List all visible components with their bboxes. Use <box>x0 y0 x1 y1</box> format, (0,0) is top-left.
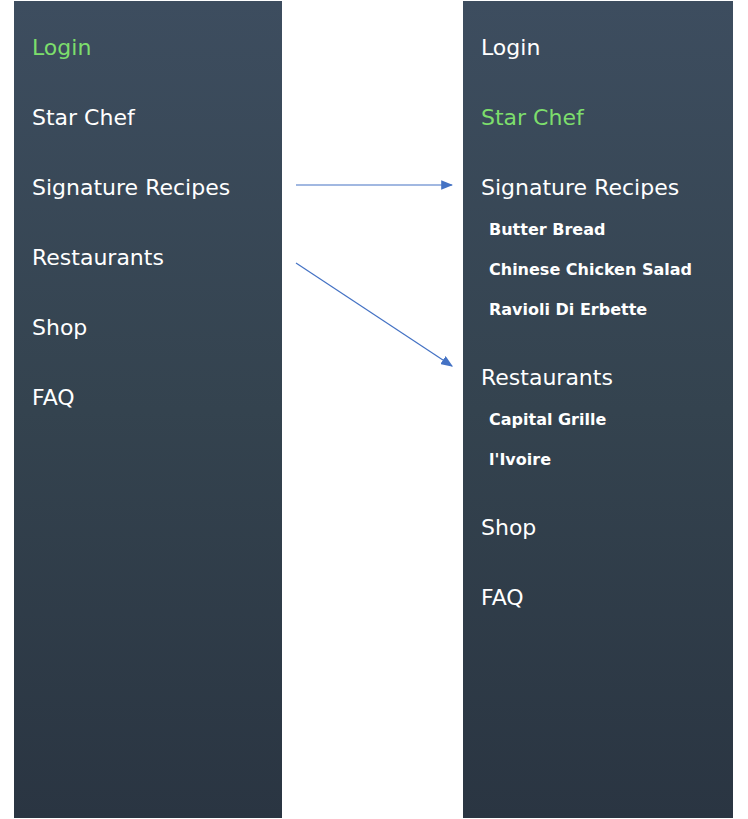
menu-group: Signature RecipesButter BreadChinese Chi… <box>463 153 733 343</box>
menu-group: RestaurantsCapital Grillel'Ivoire <box>463 343 733 493</box>
submenu-item[interactable]: Chinese Chicken Salad <box>463 250 733 290</box>
submenu: Capital Grillel'Ivoire <box>463 400 733 493</box>
arrow-icon <box>296 184 452 185</box>
menu-group: FAQ <box>14 363 282 433</box>
submenu-item[interactable]: Ravioli Di Erbette <box>463 290 733 330</box>
menu-item[interactable]: Signature Recipes <box>14 153 282 223</box>
menu-group: Login <box>463 13 733 83</box>
menu-item[interactable]: Star Chef <box>463 83 733 153</box>
arrow-icon <box>296 263 452 366</box>
menu-group: Star Chef <box>463 83 733 153</box>
menu-item[interactable]: Signature Recipes <box>463 153 733 223</box>
menu-item[interactable]: Restaurants <box>463 343 733 413</box>
panels-row: LoginStar ChefSignature RecipesRestauran… <box>0 0 748 818</box>
menu-group: Shop <box>463 493 733 563</box>
menu-item[interactable]: Shop <box>14 293 282 363</box>
menu-item[interactable]: Shop <box>463 493 733 563</box>
submenu-item[interactable]: Butter Bread <box>463 210 733 250</box>
menu-panel: LoginStar ChefSignature RecipesButter Br… <box>463 1 733 818</box>
menu-group: Shop <box>14 293 282 363</box>
menu-item[interactable]: FAQ <box>463 563 733 633</box>
page: LoginStar ChefSignature RecipesRestauran… <box>0 0 748 819</box>
menu-group: Restaurants <box>14 223 282 293</box>
submenu: Butter BreadChinese Chicken SaladRavioli… <box>463 210 733 343</box>
menu-group: Signature Recipes <box>14 153 282 223</box>
menu-group: Star Chef <box>14 83 282 153</box>
menu-item[interactable]: Login <box>463 13 733 83</box>
menu-panel: LoginStar ChefSignature RecipesRestauran… <box>14 1 282 818</box>
menu-group: Login <box>14 13 282 83</box>
menu-item[interactable]: Restaurants <box>14 223 282 293</box>
submenu-item[interactable]: l'Ivoire <box>463 440 733 480</box>
submenu-item[interactable]: Capital Grille <box>463 400 733 440</box>
arrows-icon <box>0 0 748 819</box>
menu-item[interactable]: Login <box>14 13 282 83</box>
menu-group: FAQ <box>463 563 733 633</box>
menu-item[interactable]: Star Chef <box>14 83 282 153</box>
menu-item[interactable]: FAQ <box>14 363 282 433</box>
